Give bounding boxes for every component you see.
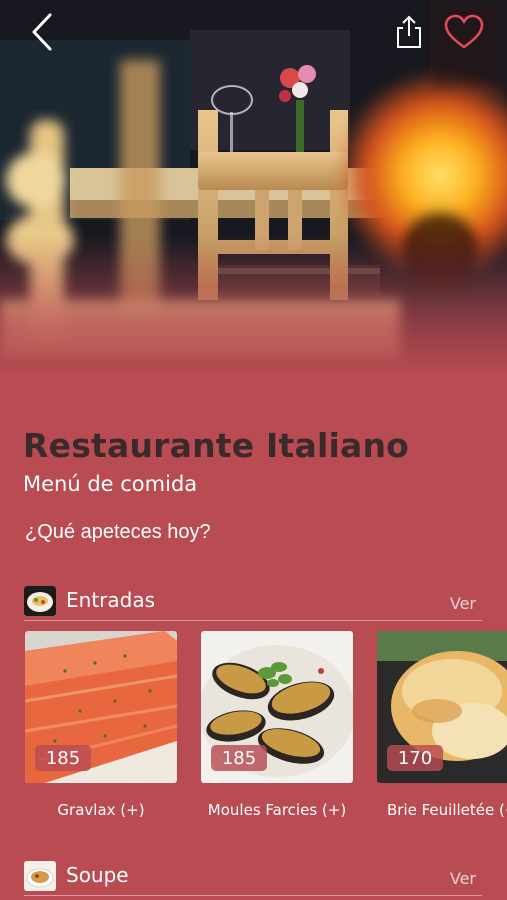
soup-icon <box>24 861 56 891</box>
section-header-entradas[interactable]: Entradas Ver <box>24 582 482 621</box>
dish-card-brie-feuilletee[interactable]: 170 <box>377 631 507 783</box>
prompt-question: ¿Qué apeteces hoy? <box>25 521 211 543</box>
price-badge: 185 <box>35 745 91 771</box>
favorite-button[interactable] <box>440 8 488 56</box>
price-badge: 185 <box>211 745 267 771</box>
restaurant-title: Restaurante Italiano <box>23 426 410 465</box>
share-icon <box>397 15 421 48</box>
section-thumbnail-soupe <box>24 861 56 891</box>
dish-card-moules-farcies[interactable]: 185 <box>201 631 353 783</box>
menu-subtitle: Menú de comida <box>23 472 198 496</box>
view-all-link-entradas[interactable]: Ver <box>450 594 476 613</box>
section-header-soupe[interactable]: Soupe Ver <box>24 857 482 896</box>
dish-icon <box>24 586 56 616</box>
dish-name-brie-feuilletee[interactable]: Brie Feuilletée (+) <box>377 801 507 819</box>
section-title-entradas: Entradas <box>66 588 156 612</box>
back-button[interactable] <box>18 8 66 56</box>
share-button[interactable] <box>385 8 433 56</box>
dish-name-gravlax[interactable]: Gravlax (+) <box>25 801 177 819</box>
price-badge: 170 <box>387 745 443 771</box>
dish-card-gravlax[interactable]: 185 <box>25 631 177 783</box>
view-all-link-soupe[interactable]: Ver <box>450 869 476 888</box>
section-title-soupe: Soupe <box>66 863 129 887</box>
heart-outline-icon <box>444 14 484 49</box>
chevron-left-icon <box>32 13 52 51</box>
section-thumbnail-entradas <box>24 586 56 616</box>
hero-gradient <box>0 235 507 375</box>
dish-name-moules-farcies[interactable]: Moules Farcies (+) <box>201 801 353 819</box>
hero-image <box>0 0 507 375</box>
